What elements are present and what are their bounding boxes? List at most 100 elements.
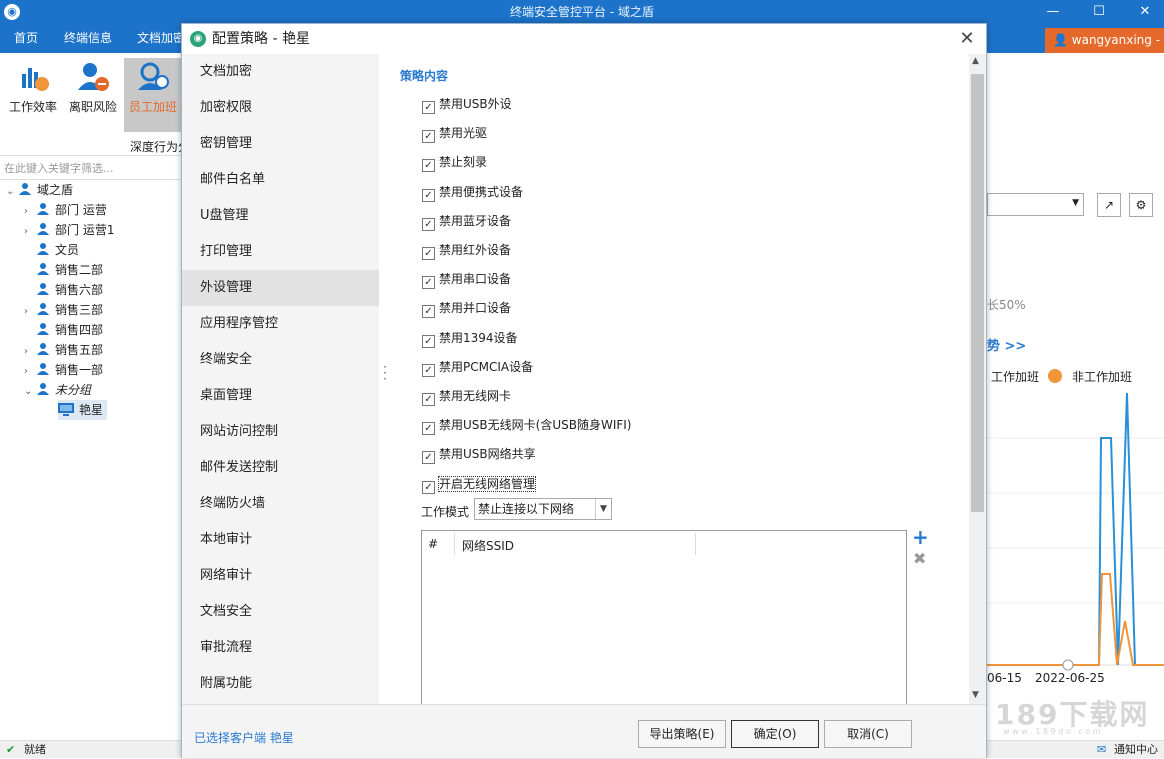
checkbox-check-icon[interactable]: ✓ bbox=[422, 480, 435, 494]
cancel-button[interactable]: 取消(C) bbox=[824, 720, 912, 748]
policy-checkbox[interactable]: ✓ 禁用USB网络共享 bbox=[422, 445, 536, 465]
tree-item[interactable]: 销售四部 bbox=[24, 320, 103, 340]
menu-terminal-info[interactable]: 终端信息 bbox=[64, 24, 112, 53]
tree-item[interactable]: 销售二部 bbox=[24, 260, 103, 280]
nav-item[interactable]: 外设管理 bbox=[182, 270, 379, 306]
chart-point bbox=[1062, 659, 1074, 671]
nav-item[interactable]: 终端安全 bbox=[182, 342, 379, 378]
add-icon[interactable]: + bbox=[912, 527, 929, 547]
checkbox-check-icon[interactable]: ✓ bbox=[422, 334, 435, 348]
nav-item[interactable]: 网站访问控制 bbox=[182, 414, 379, 450]
policy-checkbox[interactable]: ✓ 禁用1394设备 bbox=[422, 329, 518, 348]
export-policy-button[interactable]: 导出策略(E) bbox=[638, 720, 726, 748]
nav-item[interactable]: 邮件发送控制 bbox=[182, 450, 379, 486]
user-group-icon bbox=[37, 343, 49, 355]
nav-item[interactable]: 文档安全 bbox=[182, 594, 379, 630]
checkbox-check-icon[interactable]: ✓ bbox=[422, 159, 435, 173]
notify-center[interactable]: 通知中心 bbox=[1114, 741, 1158, 759]
policy-checkbox[interactable]: ✓ 禁用并口设备 bbox=[422, 299, 511, 319]
policy-checkbox[interactable]: ✓ 禁用无线网卡 bbox=[422, 387, 511, 406]
checkbox-check-icon[interactable]: ✓ bbox=[422, 305, 435, 319]
work-mode-select[interactable]: 禁止连接以下网络 ▼ bbox=[474, 498, 612, 520]
chevron-icon[interactable]: › bbox=[24, 362, 36, 382]
background-select[interactable]: ▼ bbox=[987, 193, 1084, 216]
menu-home[interactable]: 首页 bbox=[14, 24, 38, 53]
resign-risk-button[interactable]: 离职风险 bbox=[64, 58, 122, 132]
scrollbar-thumb[interactable] bbox=[971, 74, 984, 512]
checkbox-check-icon[interactable]: ✓ bbox=[422, 422, 435, 436]
dialog-close-button[interactable]: ✕ bbox=[954, 26, 980, 52]
chevron-icon[interactable]: › bbox=[24, 342, 36, 362]
export-icon[interactable]: ↗ bbox=[1097, 193, 1121, 217]
tree-item[interactable]: › 销售五部 bbox=[24, 340, 103, 360]
checkbox-check-icon[interactable]: ✓ bbox=[422, 451, 435, 465]
policy-checkbox[interactable]: ✓ 禁用PCMCIA设备 bbox=[422, 358, 534, 377]
nav-item[interactable]: 文档加密 bbox=[182, 54, 379, 90]
minimize-button[interactable]: — bbox=[1030, 0, 1076, 24]
checkbox-check-icon[interactable]: ✓ bbox=[422, 130, 435, 144]
tree-item[interactable]: ⌄ 未分组 bbox=[24, 380, 91, 400]
tree-root[interactable]: ⌄ 域之盾 bbox=[6, 180, 73, 200]
chevron-down-icon[interactable]: ⌄ bbox=[6, 182, 18, 202]
checkbox-check-icon[interactable]: ✓ bbox=[422, 276, 435, 290]
menu-doc-encrypt[interactable]: 文档加密 bbox=[137, 24, 185, 53]
policy-checkbox[interactable]: ✓ 禁用便携式设备 bbox=[422, 183, 523, 202]
policy-checkbox[interactable]: ✓ 禁用USB外设 bbox=[422, 95, 512, 114]
nav-item[interactable]: 桌面管理 bbox=[182, 378, 379, 414]
nav-item[interactable]: 打印管理 bbox=[182, 234, 379, 270]
policy-checkbox[interactable]: ✓ 禁用串口设备 bbox=[422, 270, 511, 290]
policy-checkbox[interactable]: ✓ 禁用USB无线网卡(含USB随身WIFI) bbox=[422, 416, 631, 436]
trend-link[interactable]: 势 >> bbox=[987, 335, 1026, 354]
ok-button[interactable]: 确定(O) bbox=[731, 720, 819, 748]
nav-item[interactable]: 审批流程 bbox=[182, 630, 379, 666]
tree-item[interactable]: › 销售一部 bbox=[24, 360, 103, 380]
chevron-icon[interactable]: › bbox=[24, 302, 36, 322]
maximize-button[interactable]: ☐ bbox=[1076, 0, 1122, 24]
checkbox-check-icon[interactable]: ✓ bbox=[422, 217, 435, 231]
nav-item[interactable]: 邮件白名单 bbox=[182, 162, 379, 198]
tree-item[interactable]: › 销售三部 bbox=[24, 300, 103, 320]
nav-item[interactable]: 密钥管理 bbox=[182, 126, 379, 162]
chevron-icon[interactable]: › bbox=[24, 202, 36, 222]
ready-check-icon: ✔ bbox=[6, 743, 16, 756]
policy-checkbox[interactable]: ✓ 禁用蓝牙设备 bbox=[422, 212, 512, 231]
chevron-down-icon[interactable]: ▼ bbox=[595, 499, 611, 519]
nav-item[interactable]: 加密权限 bbox=[182, 90, 379, 126]
nav-item[interactable]: 应用程序管控 bbox=[182, 306, 379, 342]
checkbox-check-icon[interactable]: ✓ bbox=[422, 247, 435, 260]
chevron-icon[interactable]: ⌄ bbox=[24, 382, 36, 402]
checkbox-check-icon[interactable]: ✓ bbox=[422, 101, 435, 114]
tree-item[interactable]: 文员 bbox=[24, 240, 79, 260]
work-efficiency-button[interactable]: 工作效率 bbox=[4, 58, 62, 132]
checkbox-label: 禁用PCMCIA设备 bbox=[439, 359, 534, 374]
x-tick-label: 2022-06-25 bbox=[1035, 671, 1105, 685]
tree-item[interactable]: 销售六部 bbox=[24, 280, 103, 300]
gear-icon[interactable]: ⚙ bbox=[1129, 193, 1153, 217]
nav-item[interactable]: 附属功能 bbox=[182, 666, 379, 702]
tree-item[interactable]: › 部门 运营 bbox=[24, 200, 107, 220]
policy-checkbox[interactable]: ✓ 禁止刻录 bbox=[422, 153, 487, 173]
overtime-button[interactable]: 员工加班 bbox=[124, 58, 182, 132]
nav-item[interactable]: 本地审计 bbox=[182, 522, 379, 558]
tree-search-input[interactable]: 在此键入关键字筛选... bbox=[0, 158, 181, 180]
chevron-icon[interactable]: › bbox=[24, 222, 36, 242]
tree-leaf-selected[interactable]: 艳星 bbox=[58, 400, 108, 420]
nav-item[interactable]: 终端防火墙 bbox=[182, 486, 379, 522]
tree-item[interactable]: › 部门 运营1 bbox=[24, 220, 114, 240]
policy-checkbox[interactable]: ✓ 禁用光驱 bbox=[422, 124, 487, 144]
checkbox-label: 禁用蓝牙设备 bbox=[439, 213, 512, 228]
policy-checkbox[interactable]: ✓ 开启无线网络管理 bbox=[422, 475, 537, 494]
checkbox-check-icon[interactable]: ✓ bbox=[422, 363, 435, 377]
checkbox-check-icon[interactable]: ✓ bbox=[422, 188, 435, 202]
tree-root-label: 域之盾 bbox=[37, 183, 74, 197]
policy-checkbox[interactable]: ✓ 禁用红外设备 bbox=[422, 241, 511, 260]
user-menu[interactable]: 👤 wangyanxing - bbox=[1045, 28, 1164, 53]
checkbox-check-icon[interactable]: ✓ bbox=[422, 393, 435, 406]
scroll-down-icon[interactable]: ▼ bbox=[972, 690, 979, 700]
delete-icon[interactable]: ✖ bbox=[913, 550, 926, 568]
checkbox-label: 禁用USB外设 bbox=[439, 97, 512, 111]
nav-item[interactable]: 网络审计 bbox=[182, 558, 379, 594]
scroll-up-icon[interactable]: ▲ bbox=[972, 56, 979, 66]
close-window-button[interactable]: ✕ bbox=[1122, 0, 1164, 24]
nav-item[interactable]: U盘管理 bbox=[182, 198, 379, 234]
